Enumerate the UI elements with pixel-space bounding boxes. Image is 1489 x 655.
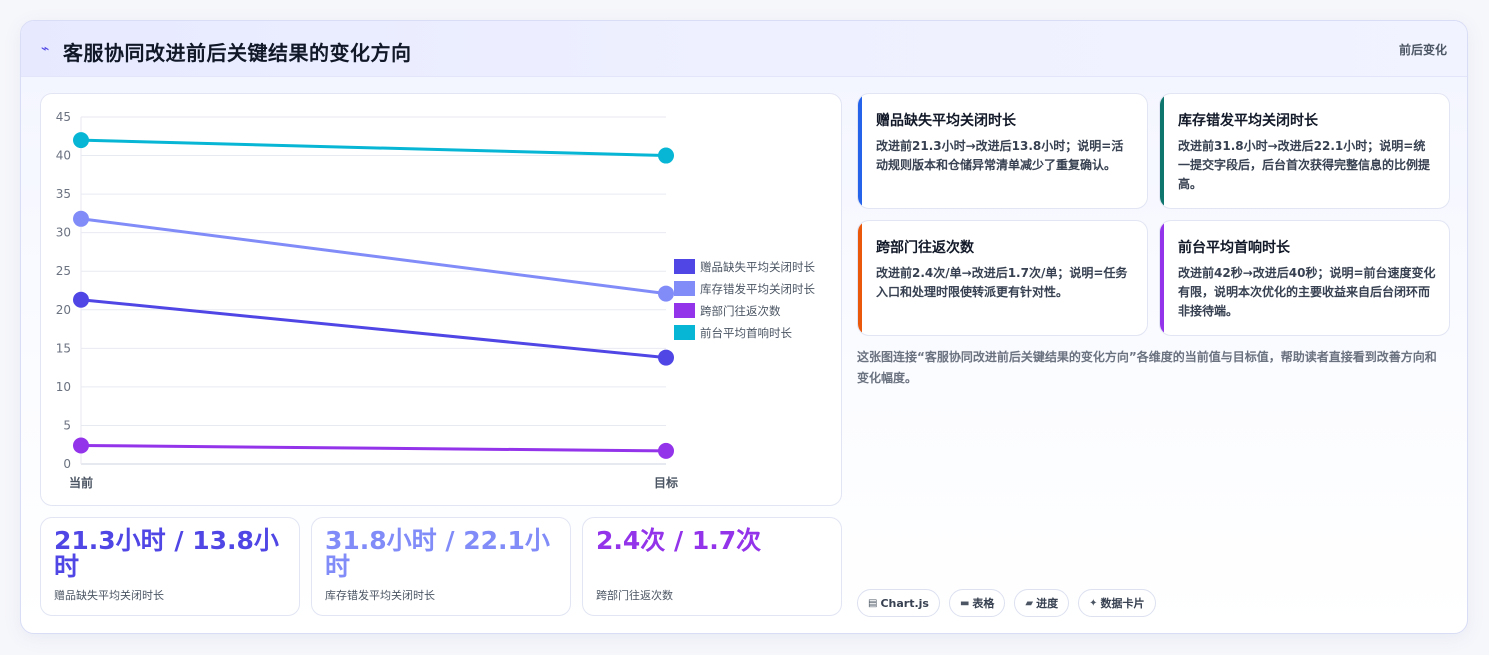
stat-card: 2.4次 / 1.7次 跨部门往返次数 — [582, 517, 842, 616]
series-line — [80, 443, 667, 453]
y-tick-label: 10 — [56, 380, 71, 394]
x-tick-label: 目标 — [654, 475, 678, 490]
chip-row: ▤ Chart.js ▬ 表格 ▰ 进度 ✦ 数据卡片 — [857, 589, 1156, 617]
progress-icon: ▰ — [1025, 597, 1034, 609]
data-point — [73, 132, 89, 149]
legend-label: 前台平均首响时长 — [700, 326, 792, 340]
chip-table[interactable]: ▬ 表格 — [948, 589, 1006, 617]
data-point — [73, 210, 89, 227]
main-card: ⌁ 客服协同改进前后关键结果的变化方向 前后变化 0 5 10 15 20 25 30 35 4… — [20, 20, 1468, 634]
info-card: 库存错发平均关闭时长 改进前31.8小时→改进后22.1小时；说明=统一提交字段… — [1159, 93, 1450, 209]
chip-label: 数据卡片 — [1100, 597, 1145, 610]
stat-value: 31.8小时 / 22.1小时 — [325, 526, 550, 581]
card-header: ⌁ 客服协同改进前后关键结果的变化方向 前后变化 — [21, 21, 1467, 77]
stat-value: 21.3小时 / 13.8小时 — [54, 526, 279, 581]
stat-card: 31.8小时 / 22.1小时 库存错发平均关闭时长 — [311, 517, 571, 616]
info-accent-bar — [1160, 94, 1164, 208]
y-tick-label: 0 — [63, 457, 71, 471]
info-title: 前台平均首响时长 — [1178, 240, 1290, 256]
chart-svg: 0 5 10 15 20 25 30 35 40 45 当前 目标 赠品缺失平均关闭时长库存错发平均关闭… — [56, 110, 816, 490]
info-card: 赠品缺失平均关闭时长 改进前21.3小时→改进后13.8小时；说明=活动规则版本… — [857, 93, 1148, 209]
wave-icon: ⌁ — [41, 41, 50, 57]
header-tag: 前后变化 — [1398, 43, 1447, 57]
info-card: 前台平均首响时长 改进前42秒→改进后40秒；说明=前台速度变化有限，说明本次优… — [1159, 220, 1450, 336]
chip-label: Chart.js — [880, 596, 929, 610]
y-tick-label: 5 — [63, 418, 71, 432]
legend-swatch — [674, 303, 695, 318]
info-title: 库存错发平均关闭时长 — [1178, 113, 1318, 129]
legend-swatch — [674, 259, 695, 274]
y-tick-label: 45 — [56, 110, 71, 124]
stat-label: 赠品缺失平均关闭时长 — [54, 589, 164, 602]
stat-card: 21.3小时 / 13.8小时 赠品缺失平均关闭时长 — [40, 517, 300, 616]
chip-data-card[interactable]: ✦ 数据卡片 — [1078, 589, 1156, 617]
data-point — [658, 285, 674, 302]
info-body: 改进前21.3小时→改进后13.8小时；说明=活动规则版本和仓储异常清单减少了重… — [876, 139, 1124, 172]
sparkle-icon: ✦ — [1089, 597, 1098, 609]
chip-label: 表格 — [972, 597, 995, 610]
info-accent-bar — [858, 221, 862, 335]
info-body: 改进前42秒→改进后40秒；说明=前台速度变化有限，说明本次优化的主要收益来自后… — [1178, 266, 1436, 318]
chip-progress[interactable]: ▰ 进度 — [1014, 589, 1070, 617]
info-title: 跨部门往返次数 — [876, 240, 974, 256]
chart-icon: ▤ — [868, 597, 878, 609]
legend-label: 库存错发平均关闭时长 — [700, 282, 815, 296]
y-tick-label: 25 — [56, 264, 71, 278]
data-point — [658, 442, 674, 459]
info-accent-bar — [1160, 221, 1164, 335]
stat-value: 2.4次 / 1.7次 — [596, 526, 762, 555]
info-body: 改进前2.4次/单→改进后1.7次/单；说明=任务入口和处理时限使转派更有针对性… — [876, 266, 1128, 299]
legend-swatch — [674, 281, 695, 296]
y-tick-label: 35 — [56, 187, 71, 201]
page-title: 客服协同改进前后关键结果的变化方向 — [63, 41, 412, 65]
x-tick-label: 当前 — [69, 475, 93, 490]
line-chart: 0 5 10 15 20 25 30 35 40 45 当前 目标 赠品缺失平均关闭时长 库存错发平均关闭… — [40, 93, 842, 506]
legend-label: 跨部门往返次数 — [700, 304, 781, 318]
table-icon: ▬ — [959, 597, 970, 609]
stat-label: 跨部门往返次数 — [596, 589, 673, 602]
info-body: 改进前31.8小时→改进后22.1小时；说明=统一提交字段后，后台首次获得完整信… — [1178, 139, 1431, 191]
y-tick-label: 20 — [56, 303, 71, 317]
data-point — [73, 291, 89, 308]
legend-label: 赠品缺失平均关闭时长 — [700, 260, 815, 274]
data-point — [73, 437, 89, 454]
info-card: 跨部门往返次数 改进前2.4次/单→改进后1.7次/单；说明=任务入口和处理时限… — [857, 220, 1148, 336]
chip-label: 进度 — [1036, 597, 1059, 610]
legend-swatch — [674, 325, 695, 340]
chart-note: 这张图连接“客服协同改进前后关键结果的变化方向”各维度的当前值与目标值，帮助读者… — [857, 350, 1437, 385]
y-tick-label: 30 — [56, 226, 71, 240]
data-point — [658, 349, 674, 366]
y-tick-label: 15 — [56, 341, 71, 355]
y-tick-label: 40 — [56, 149, 71, 163]
chip-chartjs[interactable]: ▤ Chart.js — [857, 589, 940, 617]
data-point — [658, 147, 674, 164]
info-title: 赠品缺失平均关闭时长 — [876, 113, 1016, 129]
stat-label: 库存错发平均关闭时长 — [325, 589, 435, 602]
series-line — [80, 298, 667, 360]
series-line — [80, 217, 667, 296]
info-accent-bar — [858, 94, 862, 208]
series-line — [80, 138, 667, 158]
